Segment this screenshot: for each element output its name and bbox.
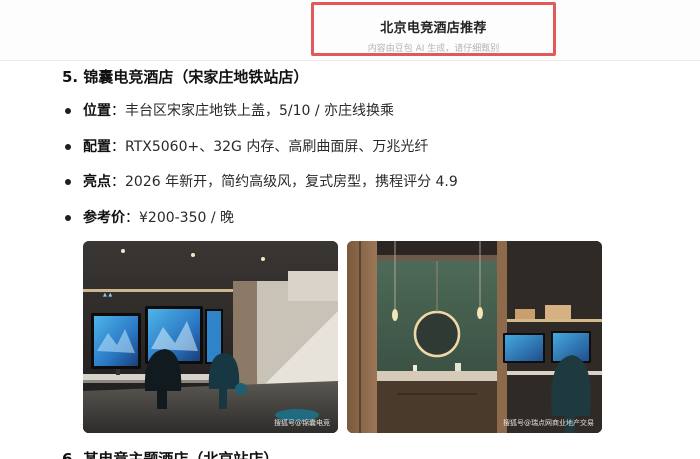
bullet-label: 亮点	[83, 174, 111, 190]
list-item-highlights: 亮点：2026 年新开，简约高级风，复式房型，携程评分 4.9	[62, 172, 662, 192]
gaming-room-mirror-illustration	[347, 241, 602, 433]
ai-generated-notice: 内容由豆包 AI 生成，请仔细甄别	[367, 44, 500, 54]
bullet-value: 2026 年新开，简约高级风，复式房型，携程评分 4.9	[125, 174, 458, 190]
bullet-icon	[65, 214, 71, 221]
bullet-separator: ：	[111, 138, 125, 155]
list-item-location: 位置：丰台区宋家庄地铁上盖，5/10 / 亦庄线换乘	[62, 101, 662, 121]
bullet-icon	[65, 108, 71, 114]
next-section-heading: 6. 某电竞主题酒店（北京站店）	[62, 450, 279, 459]
bullet-icon	[65, 143, 71, 150]
chat-title[interactable]: 北京电竞酒店推荐	[314, 17, 553, 36]
bullet-label: 配置	[83, 138, 111, 155]
list-item-config: 配置：RTX5060+、32G 内存、高刷曲面屏、万兆光纤	[62, 137, 662, 157]
hotel-details-list: 位置：丰台区宋家庄地铁上盖，5/10 / 亦庄线换乘 配置：RTX5060+、3…	[62, 101, 662, 228]
chat-title-box[interactable]: 北京电竞酒店推荐 内容由豆包 AI 生成，请仔细甄别	[311, 2, 556, 56]
message-content: 5. 锦囊电竞酒店（宋家庄地铁站店） 位置：丰台区宋家庄地铁上盖，5/10 / …	[62, 66, 662, 243]
section-heading: 5. 锦囊电竞酒店（宋家庄地铁站店）	[62, 68, 309, 86]
list-item-price: 参考价：¥200-350 / 晚	[62, 208, 662, 228]
hotel-image-gallery: ▲ ▲ 搜狐号@锦囊电竞 搜狐号@瑞点网商业地产交易	[83, 241, 603, 433]
gaming-room-photo[interactable]: ▲ ▲ 搜狐号@锦囊电竞	[83, 241, 338, 433]
bullet-label: 位置	[83, 103, 111, 119]
gaming-room-mirror-photo[interactable]: 搜狐号@瑞点网商业地产交易	[347, 241, 602, 433]
bullet-value: RTX5060+、32G 内存、高刷曲面屏、万兆光纤	[125, 138, 429, 155]
bullet-value: ¥200-350 / 晚	[139, 209, 235, 226]
bullet-value: 丰台区宋家庄地铁上盖，5/10 / 亦庄线换乘	[125, 103, 395, 119]
bullet-label: 参考价	[83, 209, 125, 226]
image-watermark: 搜狐号@瑞点网商业地产交易	[503, 419, 594, 427]
gaming-room-illustration: ▲ ▲	[83, 241, 338, 433]
image-watermark: 搜狐号@锦囊电竞	[274, 419, 330, 427]
chat-header: 北京电竞酒店推荐 内容由豆包 AI 生成，请仔细甄别	[0, 0, 700, 61]
bullet-separator: ：	[111, 174, 125, 190]
bullet-separator: ：	[111, 103, 125, 119]
bullet-separator: ：	[125, 209, 139, 226]
svg-text:▲ ▲: ▲ ▲	[103, 292, 112, 298]
bullet-icon	[65, 179, 71, 185]
